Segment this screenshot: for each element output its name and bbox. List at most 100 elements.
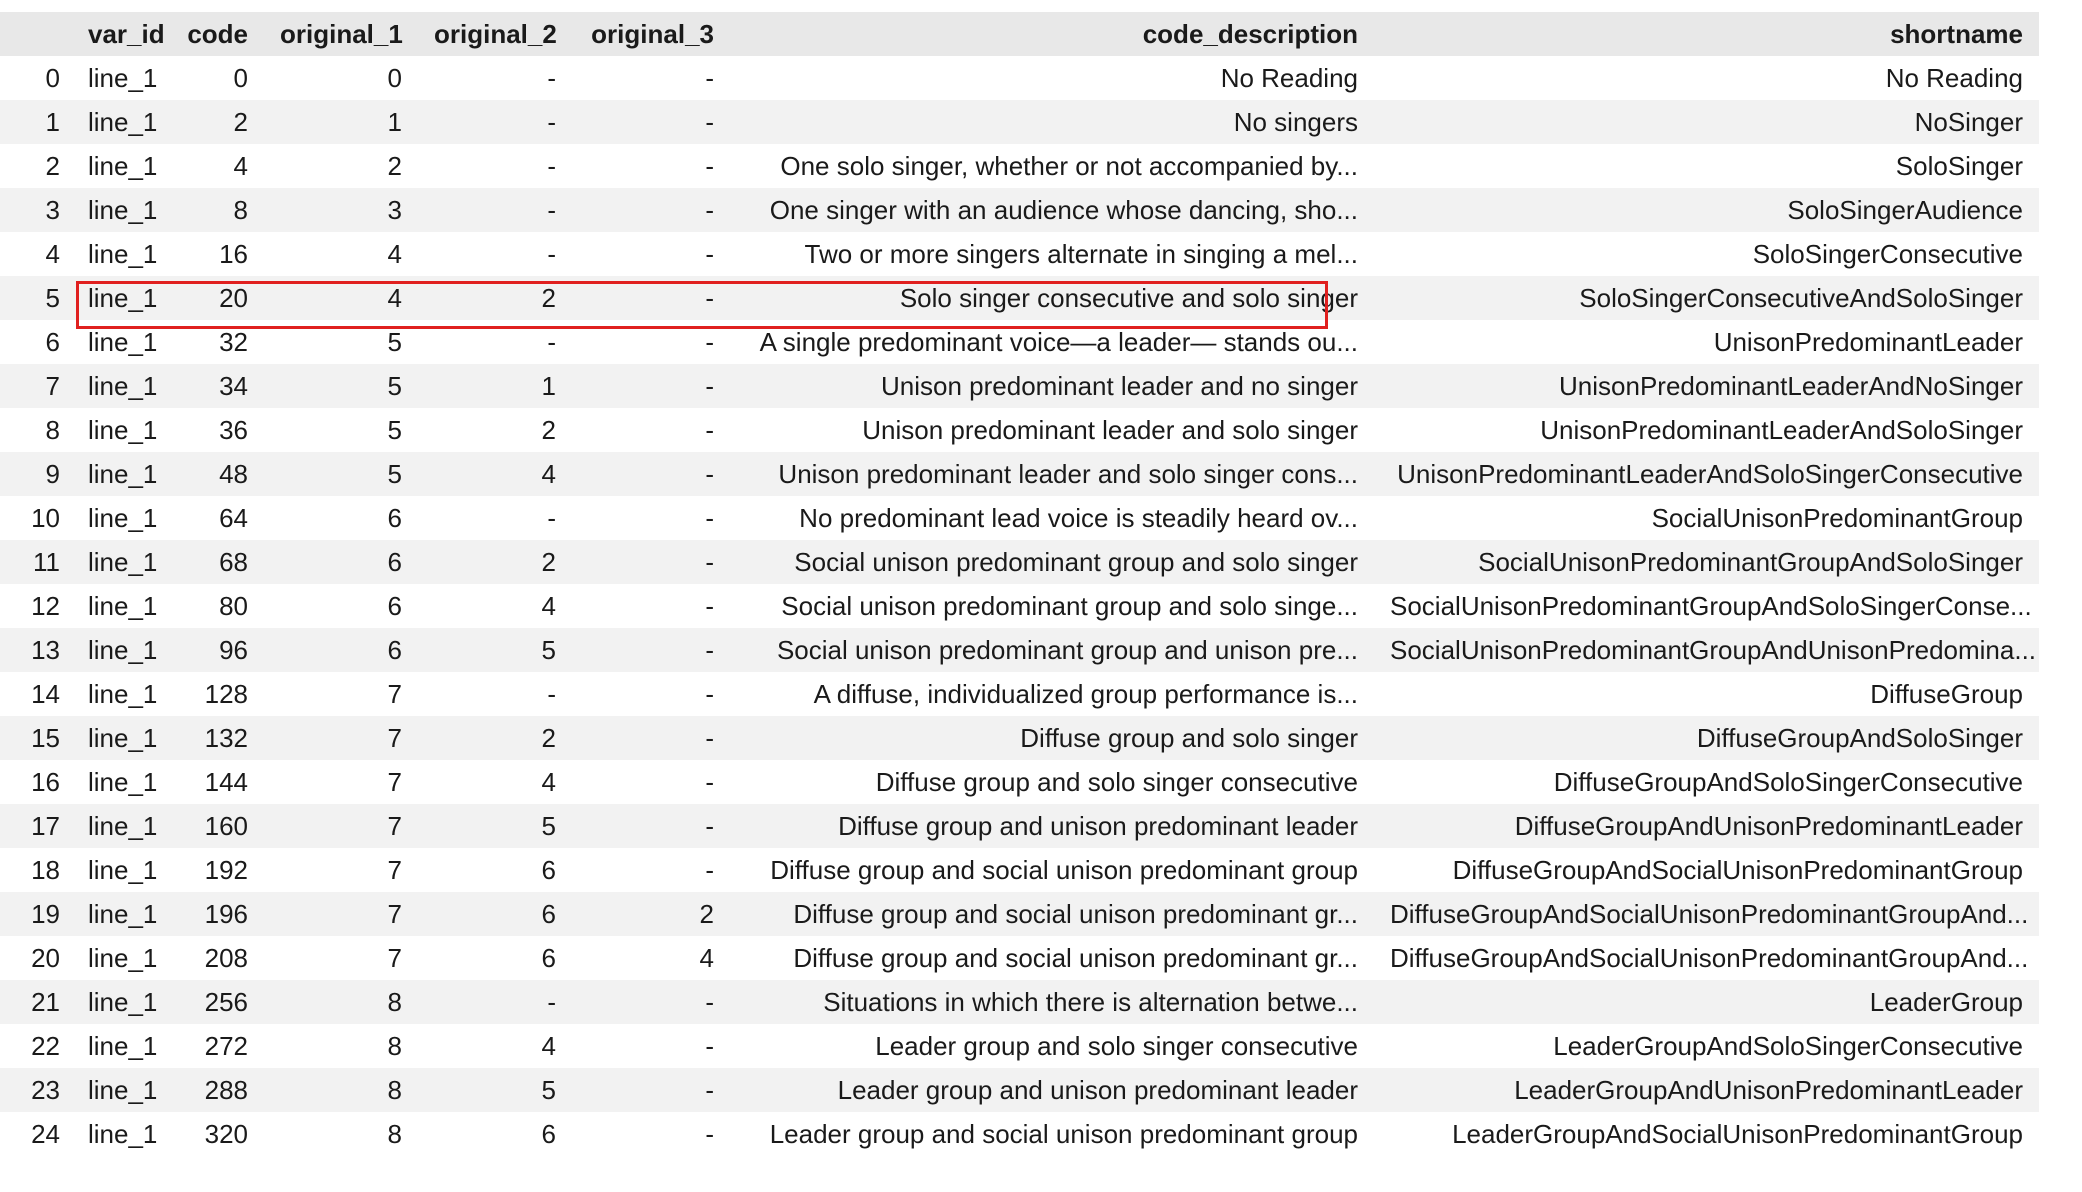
var-id-cell: line_1 [72,584,168,628]
code-cell: 48 [168,452,264,496]
code-cell: 256 [168,980,264,1024]
table-row: 7 line_1 34 5 1- Unison predominant leader an… [0,364,2039,408]
table-row: 17 line_1 160 7 5- Diffuse group and unison p… [0,804,2039,848]
code-description-cell: Diffuse group and social unison predomin… [730,848,1374,892]
var-id-cell: line_1 [72,628,168,672]
original-3-cell: - [572,276,730,320]
original-3-cell: - [572,452,730,496]
shortname-cell: UnisonPredominantLeader [1374,320,2039,364]
table-body: 0 line_1 0 0- - No Reading No Reading 1 line_1 2 1… [0,56,2039,1156]
original-3-cell: - [572,1024,730,1068]
original-3-cell: - [572,760,730,804]
shortname-cell: LeaderGroupAndSoloSingerConsecutive [1374,1024,2039,1068]
table-row: 20 line_1 208 7 6 4 Diffuse group and social u… [0,936,2039,980]
row-index: 3 [0,188,72,232]
original-2-cell: - [418,188,572,232]
code-description-cell: One singer with an audience whose dancin… [730,188,1374,232]
row-index: 4 [0,232,72,276]
code-description-cell: Unison predominant leader and solo singe… [730,408,1374,452]
code-description-cell: Situations in which there is alternation… [730,980,1374,1024]
table-row: 3 line_1 8 3- - One singer with an audience w… [0,188,2039,232]
code-description-cell: Unison predominant leader and no singer [730,364,1374,408]
original-2-cell: 4 [418,1024,572,1068]
code-description-cell: Two or more singers alternate in singing… [730,232,1374,276]
original-3-cell: - [572,716,730,760]
code-cell: 160 [168,804,264,848]
column-header-code-description: code_description [730,12,1374,56]
shortname-cell: SoloSinger [1374,144,2039,188]
var-id-cell: line_1 [72,100,168,144]
column-header-var-id: var_id [72,12,168,56]
code-cell: 34 [168,364,264,408]
original-3-cell: - [572,408,730,452]
original-1-cell: 6 [264,496,418,540]
var-id-cell: line_1 [72,716,168,760]
original-2-cell: - [418,496,572,540]
row-index: 19 [0,892,72,936]
table-header: var_id code original_1 original_2 origin… [0,12,2039,56]
code-cell: 0 [168,56,264,100]
code-cell: 128 [168,672,264,716]
code-description-cell: Social unison predominant group and solo… [730,584,1374,628]
code-cell: 320 [168,1112,264,1156]
original-2-cell: 6 [418,1112,572,1156]
original-2-cell: 2 [418,408,572,452]
code-cell: 16 [168,232,264,276]
row-index: 2 [0,144,72,188]
original-1-cell: 5 [264,408,418,452]
var-id-cell: line_1 [72,56,168,100]
row-index: 6 [0,320,72,364]
code-cell: 8 [168,188,264,232]
original-3-cell: - [572,980,730,1024]
code-description-cell: Leader group and unison predominant lead… [730,1068,1374,1112]
row-index: 14 [0,672,72,716]
var-id-cell: line_1 [72,232,168,276]
original-1-cell: 6 [264,628,418,672]
var-id-cell: line_1 [72,804,168,848]
shortname-cell: UnisonPredominantLeaderAndSoloSinger [1374,408,2039,452]
original-1-cell: 6 [264,540,418,584]
row-index: 13 [0,628,72,672]
original-1-cell: 2 [264,144,418,188]
original-1-cell: 1 [264,100,418,144]
original-1-cell: 5 [264,452,418,496]
code-cell: 2 [168,100,264,144]
table-row: 8 line_1 36 5 2- Unison predominant leader an… [0,408,2039,452]
original-3-cell: - [572,232,730,276]
data-table: var_id code original_1 original_2 origin… [0,12,2039,1156]
shortname-cell: LeaderGroup [1374,980,2039,1024]
original-1-cell: 8 [264,980,418,1024]
dataframe-view: var_id code original_1 original_2 origin… [0,12,2039,1156]
var-id-cell: line_1 [72,936,168,980]
shortname-cell: SocialUnisonPredominantGroupAndSoloSinge… [1374,540,2039,584]
shortname-cell: SoloSingerConsecutive [1374,232,2039,276]
code-cell: 20 [168,276,264,320]
code-cell: 288 [168,1068,264,1112]
code-description-cell: A diffuse, individualized group performa… [730,672,1374,716]
original-1-cell: 4 [264,232,418,276]
code-cell: 36 [168,408,264,452]
row-index: 21 [0,980,72,1024]
column-header-original-2: original_2 [418,12,572,56]
original-3-cell: - [572,1112,730,1156]
var-id-cell: line_1 [72,364,168,408]
original-2-cell: 4 [418,452,572,496]
original-2-cell: 1 [418,364,572,408]
row-index: 24 [0,1112,72,1156]
header-row: var_id code original_1 original_2 origin… [0,12,2039,56]
table-row: 22 line_1 272 8 4- Leader group and solo sing… [0,1024,2039,1068]
original-1-cell: 5 [264,320,418,364]
row-index: 17 [0,804,72,848]
original-3-cell: - [572,1068,730,1112]
original-1-cell: 7 [264,892,418,936]
code-description-cell: No singers [730,100,1374,144]
shortname-cell: DiffuseGroupAndUnisonPredominantLeader [1374,804,2039,848]
code-description-cell: Leader group and social unison predomina… [730,1112,1374,1156]
code-description-cell: Solo singer consecutive and solo singer [730,276,1374,320]
row-index: 1 [0,100,72,144]
table-row: 24 line_1 320 8 6- Leader group and social un… [0,1112,2039,1156]
original-3-cell: - [572,672,730,716]
code-cell: 80 [168,584,264,628]
table-row: 9 line_1 48 5 4- Unison predominant leader an… [0,452,2039,496]
row-index: 20 [0,936,72,980]
